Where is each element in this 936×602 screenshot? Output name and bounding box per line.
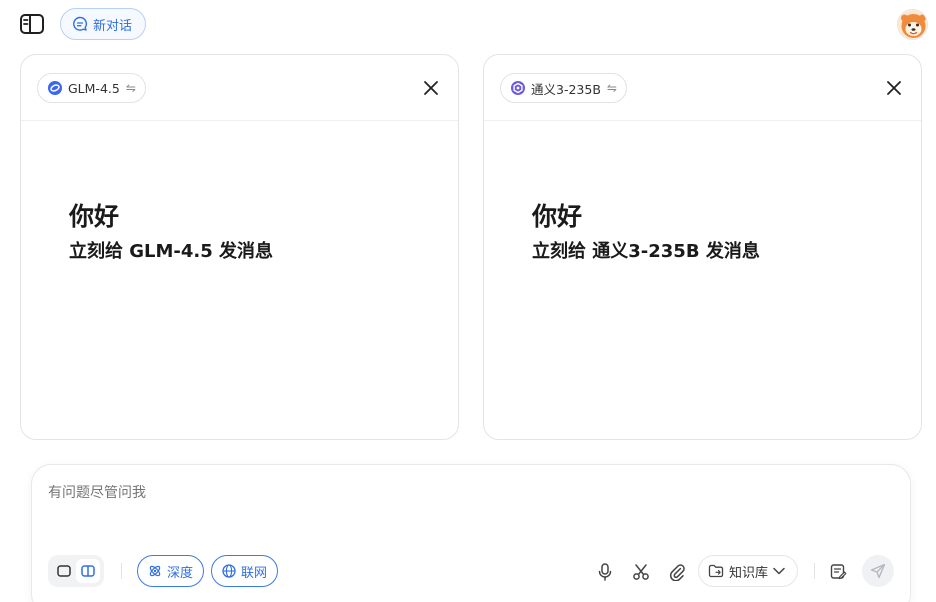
greeting-title: 你好 <box>532 202 583 231</box>
qwen-logo-icon <box>510 80 526 96</box>
divider <box>121 563 122 579</box>
swap-model-icon: ⇋ <box>125 81 136 95</box>
greeting-subtitle: 立刻给 通义3-235B 发消息 <box>532 241 760 262</box>
send-icon <box>870 563 886 579</box>
web-search-label: 联网 <box>241 565 268 581</box>
swap-model-icon: ⇋ <box>606 81 617 95</box>
sidebar-toggle-icon <box>19 13 45 35</box>
scissors-icon <box>632 563 650 581</box>
send-button[interactable] <box>862 555 894 587</box>
deep-think-toggle[interactable]: 深度 <box>137 555 205 587</box>
attach-file-button[interactable] <box>666 561 688 583</box>
chevron-down-icon <box>773 567 785 575</box>
prompt-template-button[interactable] <box>828 561 850 583</box>
panel-header: 通义3-235B ⇋ <box>484 55 921 121</box>
model-panel-qwen: 通义3-235B ⇋ 你好 立刻给 通义3-235B 发消息 <box>483 54 922 440</box>
layout-switcher <box>48 555 104 587</box>
close-panel-button[interactable] <box>883 77 905 99</box>
split-view-button[interactable] <box>76 559 100 583</box>
voice-input-button[interactable] <box>594 561 616 583</box>
message-composer: 深度 联网 <box>31 464 911 602</box>
split-panel-icon <box>81 565 95 577</box>
divider <box>814 563 815 579</box>
single-panel-icon <box>57 565 71 577</box>
message-input[interactable] <box>48 485 848 501</box>
close-panel-button[interactable] <box>420 77 442 99</box>
model-name: GLM-4.5 <box>68 80 120 96</box>
new-chat-icon <box>72 16 88 32</box>
knowledge-base-dropdown[interactable]: 知识库 <box>698 555 798 587</box>
globe-icon <box>222 564 236 578</box>
web-search-toggle[interactable]: 联网 <box>211 555 279 587</box>
sidebar-toggle-button[interactable] <box>17 11 47 37</box>
deep-think-label: 深度 <box>167 565 194 581</box>
glm-logo-icon <box>47 80 63 96</box>
model-selector-qwen[interactable]: 通义3-235B ⇋ <box>500 73 627 103</box>
microphone-icon <box>597 563 613 581</box>
greeting-subtitle: 立刻给 GLM-4.5 发消息 <box>69 241 274 262</box>
avatar[interactable] <box>897 9 928 40</box>
notes-edit-icon <box>830 563 848 581</box>
model-name: 通义3-235B <box>531 81 601 97</box>
greeting-title: 你好 <box>69 202 120 231</box>
folder-icon <box>708 564 724 578</box>
close-icon <box>886 80 902 96</box>
new-chat-label: 新对话 <box>93 18 133 34</box>
panel-header: GLM-4.5 ⇋ <box>21 55 458 121</box>
atom-icon <box>148 564 162 578</box>
model-selector-glm[interactable]: GLM-4.5 ⇋ <box>37 73 146 103</box>
paperclip-icon <box>669 563 685 581</box>
close-icon <box>423 80 439 96</box>
new-chat-button[interactable]: 新对话 <box>60 8 146 40</box>
model-panel-glm: GLM-4.5 ⇋ 你好 立刻给 GLM-4.5 发消息 <box>20 54 459 440</box>
single-view-button[interactable] <box>52 559 76 583</box>
screenshot-button[interactable] <box>630 561 652 583</box>
knowledge-base-label: 知识库 <box>729 565 769 581</box>
